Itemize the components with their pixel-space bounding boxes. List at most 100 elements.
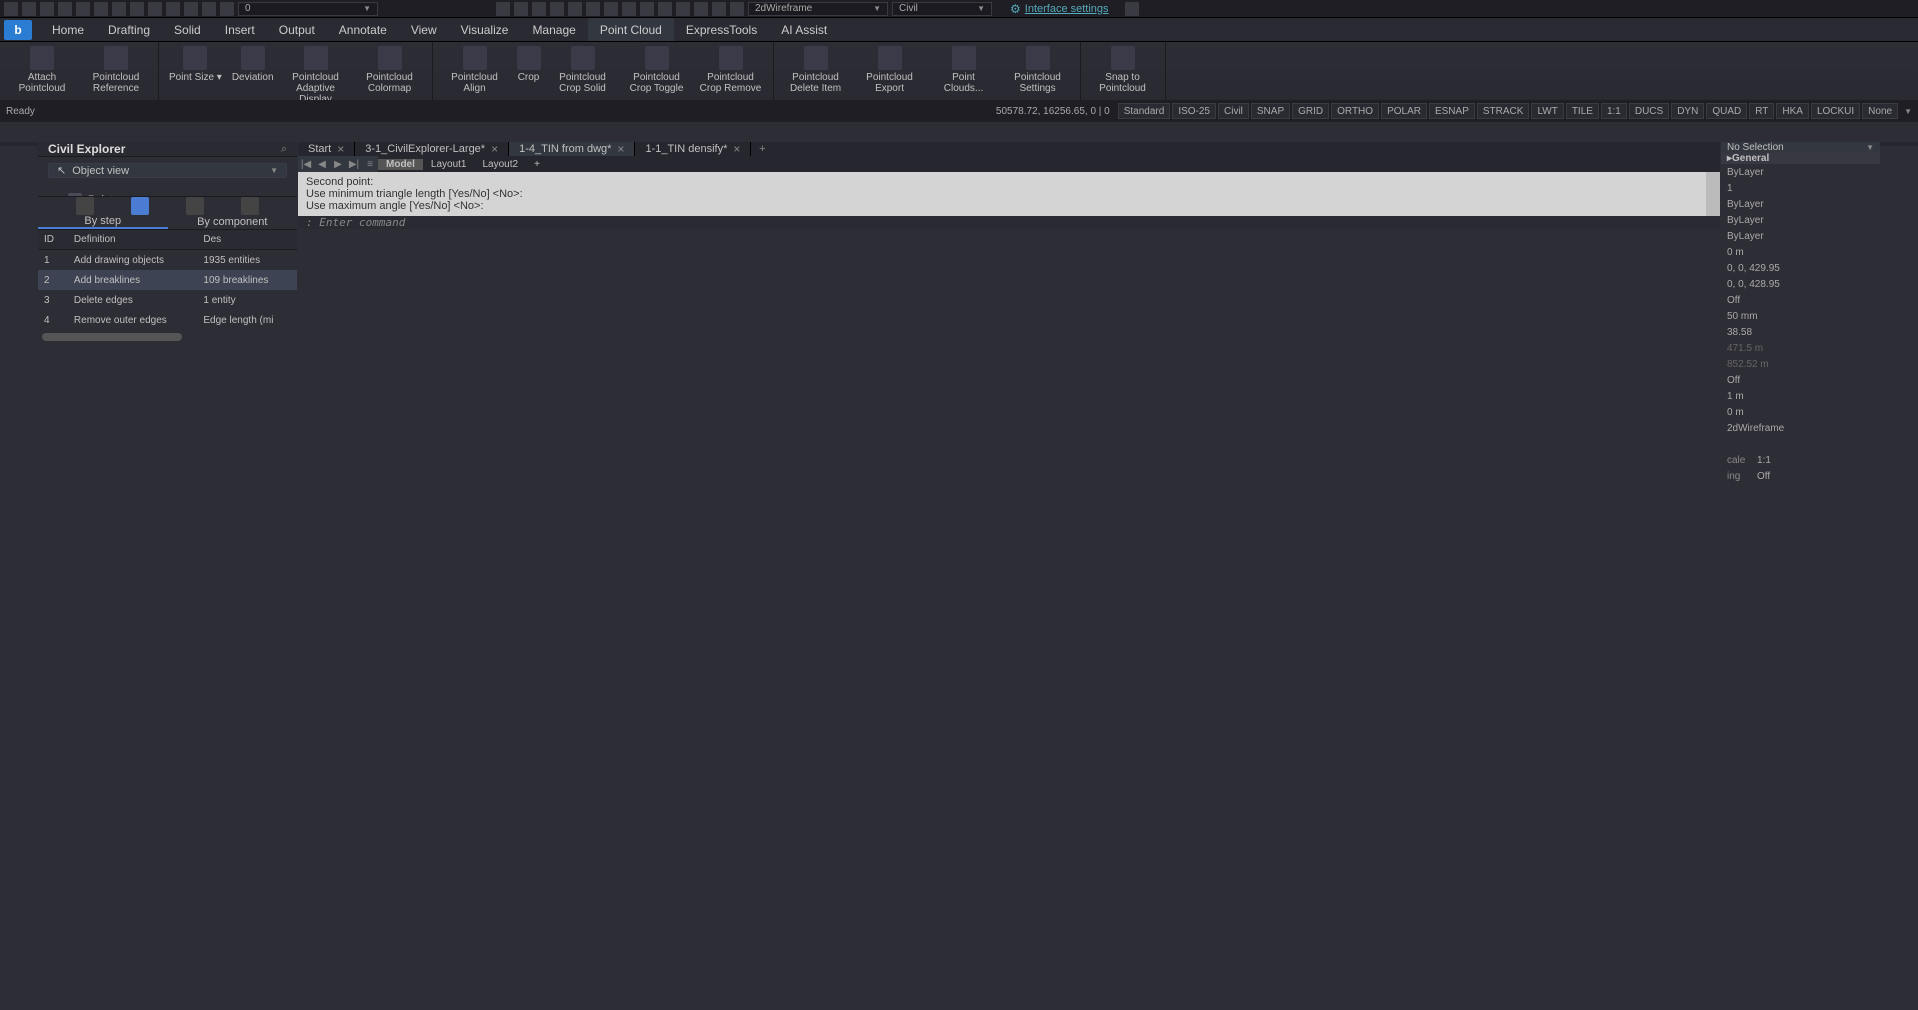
ribbon-button[interactable]: Pointcloud Export [854,44,926,96]
status-toggle[interactable]: STRACK [1477,103,1530,119]
table-row[interactable]: 2Add breaklines109 breaklines [38,270,297,290]
col-description[interactable]: Des [197,234,297,245]
qat-icon[interactable] [568,2,582,16]
command-history[interactable]: Second point:Use minimum triangle length… [298,172,1720,216]
layout-tab[interactable]: Layout2 [474,159,526,170]
qat-icon[interactable] [586,2,600,16]
status-toggle[interactable]: POLAR [1381,103,1427,119]
document-tab[interactable]: 1-1_TIN densify*× [635,142,751,156]
property-row[interactable]: Off [1721,372,1880,388]
qat-icon[interactable] [532,2,546,16]
qat-icon[interactable] [76,2,90,16]
document-tab[interactable]: Start× [298,142,355,156]
qat-icon[interactable] [22,2,36,16]
detail-subtab[interactable]: By step [38,215,168,229]
table-row[interactable]: 3Delete edges1 entity [38,290,297,310]
ribbon-tab-view[interactable]: View [399,18,449,41]
qat-icon[interactable] [220,2,234,16]
layout-list-icon[interactable]: ≡ [362,156,378,172]
property-row[interactable]: 471.5 m [1721,340,1880,356]
property-row[interactable]: 50 mm [1721,308,1880,324]
detail-subtab[interactable]: By component [168,215,298,229]
status-toggle[interactable]: HKA [1776,103,1809,119]
status-toggle[interactable]: ORTHO [1331,103,1379,119]
qat-icon[interactable] [550,2,564,16]
ribbon-tab-drafting[interactable]: Drafting [96,18,162,41]
col-definition[interactable]: Definition [68,234,197,245]
help-icon[interactable] [1125,2,1139,16]
close-icon[interactable]: × [337,142,344,156]
col-id[interactable]: ID [38,234,68,245]
app-icon[interactable]: b [4,20,32,40]
qat-icon[interactable] [712,2,726,16]
table-row[interactable]: 1Add drawing objects1935 entities [38,250,297,270]
status-toggle[interactable]: RT [1749,103,1774,119]
ribbon-button[interactable]: Pointcloud Colormap [354,44,426,96]
ribbon-button[interactable]: Pointcloud Crop Remove [695,44,767,96]
layout-nav-next[interactable]: ▶ [330,156,346,172]
ribbon-button[interactable]: Deviation [228,44,278,85]
qat-icon[interactable] [4,2,18,16]
ribbon-button[interactable]: Pointcloud Adaptive Display [280,44,352,107]
qat-icon[interactable] [166,2,180,16]
ribbon-button[interactable]: Point Size ▾ [165,44,226,85]
document-tab[interactable]: 1-4_TIN from dwg*× [509,142,635,156]
qat-icon[interactable] [694,2,708,16]
qat-icon[interactable] [496,2,510,16]
search-icon[interactable]: ⌕ [281,143,287,156]
status-toggle[interactable]: 1:1 [1601,103,1627,119]
layout-nav-prev[interactable]: ◀ [314,156,330,172]
ribbon-tab-output[interactable]: Output [267,18,327,41]
ribbon-tab-manage[interactable]: Manage [520,18,587,41]
ribbon-tab-expresstools[interactable]: ExpressTools [674,18,769,41]
ribbon-button[interactable]: Pointcloud Reference [80,44,152,96]
document-tab[interactable]: 3-1_CivilExplorer-Large*× [355,142,509,156]
property-row[interactable]: ingOff [1721,468,1880,484]
ribbon-button[interactable]: Pointcloud Crop Solid [547,44,619,96]
qat-icon[interactable] [604,2,618,16]
visual-style-combo[interactable]: 2dWireframe▼ [748,2,888,16]
property-row[interactable]: 852.52 m [1721,356,1880,372]
ribbon-tab-point-cloud[interactable]: Point Cloud [588,18,674,41]
status-toggle[interactable]: TILE [1566,103,1599,119]
qat-icon[interactable] [112,2,126,16]
ribbon-tab-annotate[interactable]: Annotate [327,18,399,41]
qat-icon[interactable] [58,2,72,16]
layout-tab[interactable]: Model [378,159,423,170]
image-tab-icon[interactable] [241,197,259,215]
ribbon-tab-solid[interactable]: Solid [162,18,213,41]
property-row[interactable] [1721,436,1880,452]
qat-icon[interactable] [94,2,108,16]
property-row[interactable]: 0 m [1721,404,1880,420]
qat-icon[interactable] [514,2,528,16]
qat-icon[interactable] [640,2,654,16]
property-row[interactable]: ByLayer [1721,212,1880,228]
ribbon-button[interactable]: Pointcloud Settings [1002,44,1074,96]
status-toggle[interactable]: Standard [1118,103,1171,119]
property-row[interactable]: 0 m [1721,244,1880,260]
close-icon[interactable]: × [617,142,624,156]
ribbon-button[interactable]: Snap to Pointcloud [1087,44,1159,96]
ribbon-button[interactable]: Crop [513,44,545,85]
qat-icon[interactable] [622,2,636,16]
status-toggle[interactable]: LWT [1531,103,1563,119]
list-tab-icon[interactable] [131,197,149,215]
property-row[interactable]: cale1:1 [1721,452,1880,468]
ribbon-tab-home[interactable]: Home [40,18,96,41]
qat-icon[interactable] [40,2,54,16]
chart-tab-icon[interactable] [186,197,204,215]
status-toggle[interactable]: None [1862,103,1898,119]
property-row[interactable]: ByLayer [1721,228,1880,244]
status-toggle[interactable]: LOCKUI [1811,103,1860,119]
status-toggle[interactable]: Civil [1218,103,1249,119]
ribbon-button[interactable]: Pointcloud Align [439,44,511,96]
property-row[interactable]: ByLayer [1721,196,1880,212]
add-layout-tab[interactable]: + [526,156,548,172]
status-toggle[interactable]: ISO-25 [1172,103,1216,119]
qat-icon[interactable] [130,2,144,16]
property-row[interactable]: ByLayer [1721,164,1880,180]
view-mode-combo[interactable]: ↖Object view ▼ [48,163,287,178]
status-toggle[interactable]: DUCS [1629,103,1669,119]
qat-icon[interactable] [202,2,216,16]
qat-icon[interactable] [730,2,744,16]
